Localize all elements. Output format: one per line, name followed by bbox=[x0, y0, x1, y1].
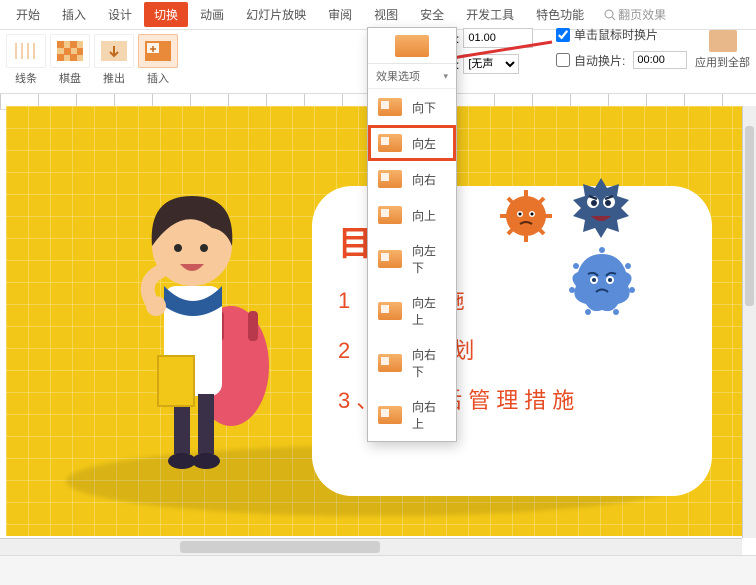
speed-input[interactable] bbox=[463, 28, 533, 48]
search-box[interactable]: 翻页效果 bbox=[604, 6, 666, 23]
search-icon bbox=[604, 9, 616, 21]
tab-transition[interactable]: 切换 bbox=[144, 2, 188, 27]
tab-features[interactable]: 特色功能 bbox=[526, 2, 594, 27]
direction-top-right[interactable]: 向右上 bbox=[368, 389, 456, 441]
effect-options-dropdown: 效果选项 向下 向左 向右 向上 向左下 向左上 向右下 向右上 bbox=[367, 27, 457, 442]
transition-push[interactable]: 推出 bbox=[94, 34, 134, 86]
effect-options-label[interactable]: 效果选项 bbox=[368, 64, 456, 89]
direction-bottom-left[interactable]: 向左下 bbox=[368, 233, 456, 285]
germ-blue-light bbox=[566, 246, 638, 318]
status-bar bbox=[0, 555, 756, 585]
boy-illustration bbox=[96, 166, 276, 486]
search-placeholder: 翻页效果 bbox=[618, 6, 666, 23]
transition-checker[interactable]: 棋盘 bbox=[50, 34, 90, 86]
auto-advance-time[interactable] bbox=[633, 51, 687, 69]
tab-insert[interactable]: 插入 bbox=[52, 2, 96, 27]
germ-orange bbox=[496, 186, 556, 246]
scrollbar-v-thumb[interactable] bbox=[745, 126, 754, 306]
scrollbar-vertical[interactable] bbox=[742, 106, 756, 538]
direction-right[interactable]: 向右 bbox=[368, 161, 456, 197]
direction-bottom-right[interactable]: 向右下 bbox=[368, 337, 456, 389]
tab-animation[interactable]: 动画 bbox=[190, 2, 234, 27]
tab-view[interactable]: 视图 bbox=[364, 2, 408, 27]
advance-on-click-checkbox[interactable] bbox=[556, 28, 570, 42]
tab-security[interactable]: 安全 bbox=[410, 2, 454, 27]
sound-select[interactable]: [无声 bbox=[463, 54, 519, 74]
tab-devtools[interactable]: 开发工具 bbox=[456, 2, 524, 27]
tab-start[interactable]: 开始 bbox=[6, 2, 50, 27]
advance-on-click[interactable]: 单击鼠标时换片 bbox=[556, 26, 687, 43]
direction-down[interactable]: 向下 bbox=[368, 89, 456, 125]
tab-review[interactable]: 审阅 bbox=[318, 2, 362, 27]
scrollbar-h-thumb[interactable] bbox=[180, 541, 380, 553]
direction-up[interactable]: 向上 bbox=[368, 197, 456, 233]
transition-lines[interactable]: 线条 bbox=[6, 34, 46, 86]
direction-top-left[interactable]: 向左上 bbox=[368, 285, 456, 337]
tab-slideshow[interactable]: 幻灯片放映 bbox=[236, 2, 316, 27]
auto-advance[interactable]: 自动换片: bbox=[556, 51, 687, 69]
germ-blue-dark bbox=[561, 166, 641, 246]
apply-to-all-button[interactable]: 应用到全部 bbox=[695, 30, 750, 70]
direction-left[interactable]: 向左 bbox=[368, 125, 456, 161]
transition-insert[interactable]: 插入 bbox=[138, 34, 178, 86]
apply-all-icon bbox=[709, 30, 737, 52]
auto-advance-checkbox[interactable] bbox=[556, 53, 570, 67]
scrollbar-horizontal[interactable] bbox=[0, 538, 742, 555]
tab-design[interactable]: 设计 bbox=[98, 2, 142, 27]
advance-options: 单击鼠标时换片 自动换片: bbox=[556, 26, 687, 77]
dropdown-preview bbox=[368, 28, 456, 64]
